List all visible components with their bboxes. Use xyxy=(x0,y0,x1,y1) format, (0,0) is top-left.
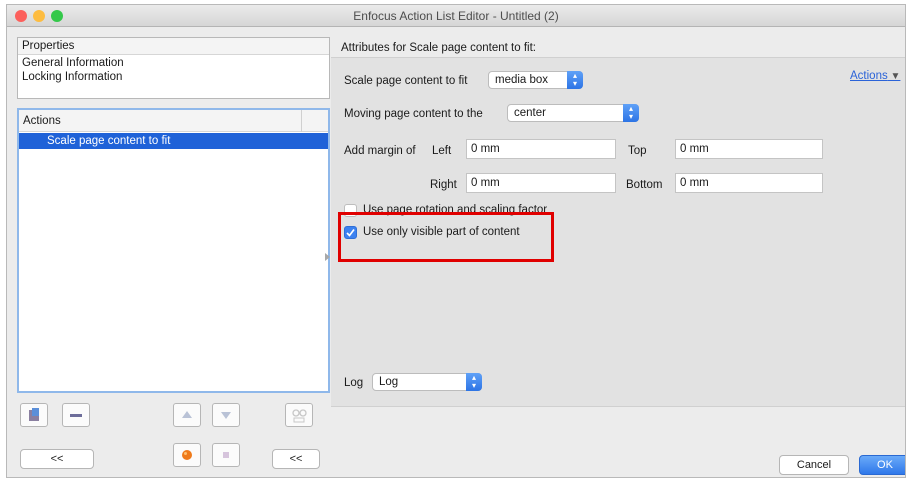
moving-select[interactable]: center ▴ ▾ xyxy=(507,104,639,122)
actions-header-divider xyxy=(301,110,302,132)
select-stepper-icon: ▴ ▾ xyxy=(466,373,482,391)
scale-select-value: media box xyxy=(495,74,549,86)
select-stepper-icon: ▴ ▾ xyxy=(623,104,639,122)
margin-left-field[interactable]: 0 mm xyxy=(466,139,616,159)
properties-panel: Properties General Information Locking I… xyxy=(17,37,330,99)
collapse-right-button[interactable]: << xyxy=(272,449,320,469)
arrow-up-icon xyxy=(182,411,192,418)
actions-menu-link[interactable]: Actions ▼ xyxy=(850,70,900,82)
margin-label: Add margin of xyxy=(344,145,416,157)
actions-menu-label: Actions xyxy=(850,70,888,82)
properties-item-general-information[interactable]: General Information xyxy=(22,57,124,69)
margin-top-field[interactable]: 0 mm xyxy=(675,139,823,159)
cancel-button[interactable]: Cancel xyxy=(779,455,849,475)
log-select[interactable]: Log ▴ ▾ xyxy=(372,373,482,391)
attributes-title: Attributes for Scale page content to fit… xyxy=(341,42,536,54)
stop-button[interactable] xyxy=(212,443,240,467)
arrow-down-icon xyxy=(221,412,231,419)
orange-ball-icon xyxy=(182,450,192,460)
properties-item-locking-information[interactable]: Locking Information xyxy=(22,71,122,83)
scale-select[interactable]: media box ▴ ▾ xyxy=(488,71,583,89)
moving-select-value: center xyxy=(514,107,546,119)
action-list-item-scale-page-content[interactable]: Scale page content to fit xyxy=(19,133,328,149)
title-bar: Enfocus Action List Editor - Untitled (2… xyxy=(7,5,905,27)
actions-header: Actions xyxy=(19,110,328,132)
minus-icon xyxy=(70,414,82,417)
margin-right-label: Right xyxy=(430,179,457,191)
remove-action-button[interactable] xyxy=(62,403,90,427)
inspect-button[interactable] xyxy=(285,403,313,427)
moving-label: Moving page content to the xyxy=(344,108,483,120)
margin-bottom-label: Bottom xyxy=(626,179,663,191)
action-list-editor-window: Enfocus Action List Editor - Untitled (2… xyxy=(6,4,906,478)
window-title: Enfocus Action List Editor - Untitled (2… xyxy=(353,9,559,23)
margin-bottom-field[interactable]: 0 mm xyxy=(675,173,823,193)
highlight-annotation-box xyxy=(338,212,554,262)
margin-right-field[interactable]: 0 mm xyxy=(466,173,616,193)
select-stepper-icon: ▴ ▾ xyxy=(567,71,583,89)
add-action-icon xyxy=(29,408,39,421)
panel-splitter-handle[interactable] xyxy=(325,253,330,261)
run-button[interactable] xyxy=(173,443,201,467)
log-label: Log xyxy=(344,377,364,389)
properties-header: Properties xyxy=(18,38,329,55)
add-action-button[interactable] xyxy=(20,403,48,427)
move-down-button[interactable] xyxy=(212,403,240,427)
move-up-button[interactable] xyxy=(173,403,201,427)
triangle-down-icon: ▼ xyxy=(887,71,901,82)
actions-list-panel[interactable]: Actions Scale page content to fit xyxy=(17,108,330,393)
scale-label: Scale page content to fit xyxy=(344,75,468,87)
margin-left-label: Left xyxy=(432,145,452,157)
glasses-icon xyxy=(292,409,307,423)
stop-icon xyxy=(223,452,229,458)
collapse-left-button[interactable]: << xyxy=(20,449,94,469)
ok-button[interactable]: OK xyxy=(859,455,905,475)
margin-top-label: Top xyxy=(628,145,647,157)
log-select-value: Log xyxy=(379,376,399,388)
